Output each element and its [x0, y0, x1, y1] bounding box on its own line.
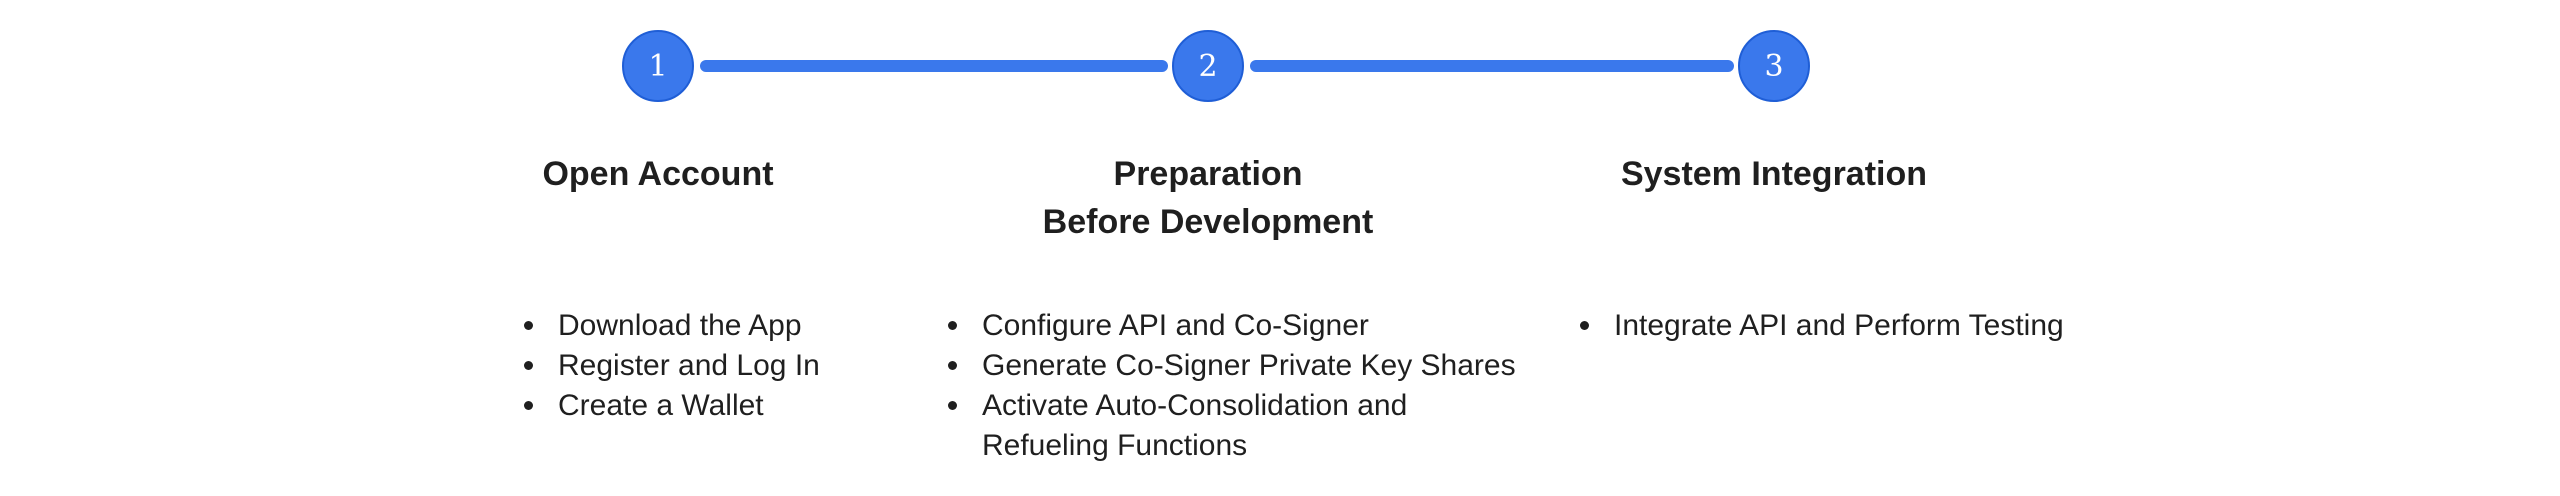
- bullet-icon: [948, 361, 957, 370]
- step-1-number: 1: [648, 48, 668, 84]
- list-item: Register and Log In: [518, 346, 820, 386]
- list-item: Configure API and Co-Signer: [942, 306, 1516, 346]
- bullet-icon: [524, 321, 533, 330]
- step-3-list: Integrate API and Perform Testing: [1574, 306, 2064, 346]
- bullet-icon: [948, 401, 957, 410]
- step-2-title: Preparation Before Development: [1042, 155, 1374, 241]
- list-item: Generate Co-Signer Private Key Shares: [942, 346, 1516, 386]
- step-1-title: Open Account: [542, 155, 774, 193]
- process-steps-diagram: 1 2 3 Open Account Preparation Before De…: [0, 0, 2560, 496]
- list-item: Download the App: [518, 306, 820, 346]
- bullet-icon: [1580, 321, 1589, 330]
- step-1-circle: 1: [622, 30, 694, 102]
- connector-2-3: [1250, 60, 1734, 72]
- bullet-icon: [524, 361, 533, 370]
- step-2-list: Configure API and Co-Signer Generate Co-…: [942, 306, 1516, 466]
- step-3-number: 3: [1764, 48, 1784, 84]
- list-item: Activate Auto-Consolidation and Refuelin…: [942, 386, 1516, 466]
- bullet-icon: [948, 321, 957, 330]
- bullet-icon: [524, 401, 533, 410]
- step-2-circle: 2: [1172, 30, 1244, 102]
- step-1-list: Download the App Register and Log In Cre…: [518, 306, 820, 426]
- step-3-title: System Integration: [1620, 155, 1928, 193]
- step-2-number: 2: [1198, 48, 1218, 84]
- step-3-circle: 3: [1738, 30, 1810, 102]
- list-item: Create a Wallet: [518, 386, 820, 426]
- connector-1-2: [700, 60, 1168, 72]
- list-item: Integrate API and Perform Testing: [1574, 306, 2064, 346]
